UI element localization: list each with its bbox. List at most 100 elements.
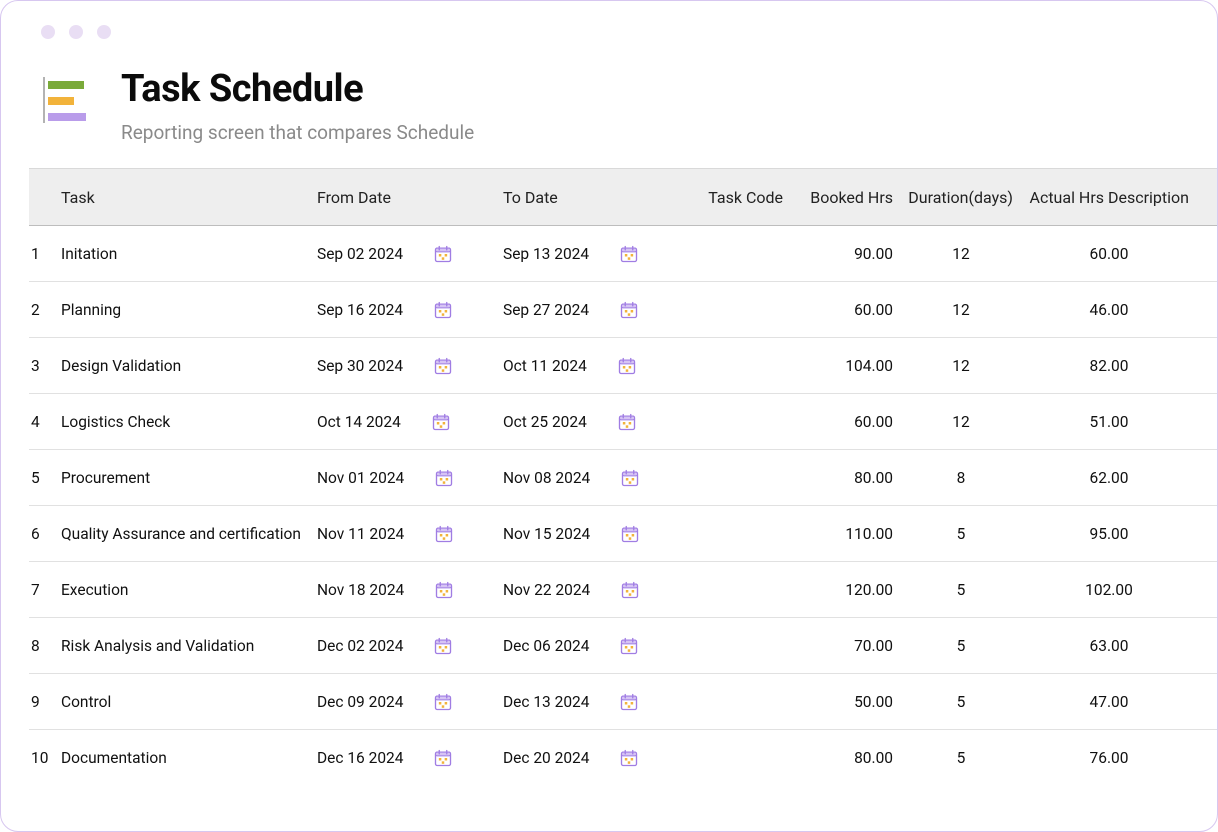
calendar-icon[interactable] — [619, 692, 639, 712]
calendar-icon[interactable] — [434, 524, 454, 544]
calendar-icon[interactable] — [620, 580, 640, 600]
cell-from: Oct 14 2024 — [313, 412, 499, 432]
calendar-icon[interactable] — [431, 412, 451, 432]
cell-index: 9 — [29, 693, 57, 711]
cell-to: Dec 06 2024 — [499, 636, 681, 656]
calendar-icon[interactable] — [619, 636, 639, 656]
cell-to: Dec 13 2024 — [499, 692, 681, 712]
calendar-icon[interactable] — [619, 748, 639, 768]
cell-to: Sep 27 2024 — [499, 300, 681, 320]
window-dot[interactable] — [97, 25, 111, 39]
table-row[interactable]: 4Logistics CheckOct 14 2024Oct 25 202460… — [29, 394, 1217, 450]
table-row[interactable]: 5ProcurementNov 01 2024Nov 08 202480.008… — [29, 450, 1217, 506]
calendar-icon[interactable] — [617, 356, 637, 376]
table-header: Task From Date To Date Task Code Booked … — [29, 168, 1217, 226]
cell-index: 1 — [29, 245, 57, 263]
cell-task: Documentation — [57, 749, 313, 767]
calendar-icon[interactable] — [434, 580, 454, 600]
from-date-text: Nov 01 2024 — [317, 469, 404, 487]
page-subtitle: Reporting screen that compares Schedule — [121, 121, 474, 144]
cell-to: Nov 22 2024 — [499, 580, 681, 600]
cell-from: Nov 18 2024 — [313, 580, 499, 600]
to-date-text: Nov 15 2024 — [503, 525, 590, 543]
col-booked: Booked Hrs — [791, 188, 901, 207]
table-row[interactable]: 10DocumentationDec 16 2024Dec 20 202480.… — [29, 730, 1217, 786]
cell-index: 6 — [29, 525, 57, 543]
cell-from: Nov 01 2024 — [313, 468, 499, 488]
col-task: Task — [57, 188, 313, 207]
calendar-icon[interactable] — [619, 300, 639, 320]
calendar-icon[interactable] — [433, 636, 453, 656]
cell-from: Sep 30 2024 — [313, 356, 499, 376]
table-row[interactable]: 2PlanningSep 16 2024Sep 27 202460.001246… — [29, 282, 1217, 338]
from-date-text: Oct 14 2024 — [317, 413, 401, 431]
window-dot[interactable] — [69, 25, 83, 39]
cell-duration: 12 — [901, 413, 1021, 431]
window-dot[interactable] — [41, 25, 55, 39]
cell-to: Sep 13 2024 — [499, 244, 681, 264]
calendar-icon[interactable] — [620, 468, 640, 488]
from-date-text: Sep 02 2024 — [317, 245, 403, 263]
to-date-text: Dec 20 2024 — [503, 749, 589, 767]
page-header: Task Schedule Reporting screen that comp… — [1, 39, 1217, 168]
cell-task: Execution — [57, 581, 313, 599]
cell-task: Planning — [57, 301, 313, 319]
cell-from: Sep 16 2024 — [313, 300, 499, 320]
from-date-text: Dec 09 2024 — [317, 693, 403, 711]
cell-duration: 5 — [901, 749, 1021, 767]
cell-duration: 12 — [901, 357, 1021, 375]
to-date-text: Oct 11 2024 — [503, 357, 587, 375]
cell-actual: 51.00 — [1021, 413, 1197, 431]
cell-booked: 110.00 — [791, 525, 901, 543]
cell-index: 7 — [29, 581, 57, 599]
cell-task: Control — [57, 693, 313, 711]
cell-actual: 46.00 — [1021, 301, 1197, 319]
cell-to: Nov 15 2024 — [499, 524, 681, 544]
titles: Task Schedule Reporting screen that comp… — [121, 67, 474, 144]
cell-task: Procurement — [57, 469, 313, 487]
cell-from: Nov 11 2024 — [313, 524, 499, 544]
cell-duration: 5 — [901, 637, 1021, 655]
col-from: From Date — [313, 188, 499, 207]
cell-index: 3 — [29, 357, 57, 375]
cell-task: Logistics Check — [57, 413, 313, 431]
calendar-icon[interactable] — [620, 524, 640, 544]
to-date-text: Sep 13 2024 — [503, 245, 589, 263]
cell-to: Nov 08 2024 — [499, 468, 681, 488]
table-row[interactable]: 8Risk Analysis and ValidationDec 02 2024… — [29, 618, 1217, 674]
to-date-text: Nov 08 2024 — [503, 469, 590, 487]
cell-duration: 12 — [901, 245, 1021, 263]
table-row[interactable]: 1InitationSep 02 2024Sep 13 202490.00126… — [29, 226, 1217, 282]
cell-booked: 50.00 — [791, 693, 901, 711]
cell-from: Dec 02 2024 — [313, 636, 499, 656]
calendar-icon[interactable] — [433, 244, 453, 264]
calendar-icon[interactable] — [433, 692, 453, 712]
calendar-icon[interactable] — [433, 356, 453, 376]
cell-to: Oct 25 2024 — [499, 412, 681, 432]
from-date-text: Sep 16 2024 — [317, 301, 403, 319]
cell-index: 10 — [29, 749, 57, 767]
col-to: To Date — [499, 188, 681, 207]
cell-actual: 62.00 — [1021, 469, 1197, 487]
to-date-text: Dec 06 2024 — [503, 637, 589, 655]
cell-duration: 5 — [901, 525, 1021, 543]
calendar-icon[interactable] — [433, 748, 453, 768]
calendar-icon[interactable] — [619, 244, 639, 264]
cell-task: Initation — [57, 245, 313, 263]
cell-actual: 102.00 — [1021, 581, 1197, 599]
table-row[interactable]: 3Design ValidationSep 30 2024Oct 11 2024… — [29, 338, 1217, 394]
table-row[interactable]: 6Quality Assurance and certificationNov … — [29, 506, 1217, 562]
from-date-text: Nov 18 2024 — [317, 581, 404, 599]
from-date-text: Nov 11 2024 — [317, 525, 404, 543]
table-row[interactable]: 7ExecutionNov 18 2024Nov 22 2024120.0051… — [29, 562, 1217, 618]
cell-from: Sep 02 2024 — [313, 244, 499, 264]
gantt-logo-icon — [37, 75, 95, 125]
cell-booked: 60.00 — [791, 301, 901, 319]
calendar-icon[interactable] — [434, 468, 454, 488]
cell-booked: 104.00 — [791, 357, 901, 375]
calendar-icon[interactable] — [433, 300, 453, 320]
cell-actual: 95.00 — [1021, 525, 1197, 543]
cell-actual: 47.00 — [1021, 693, 1197, 711]
calendar-icon[interactable] — [617, 412, 637, 432]
table-row[interactable]: 9ControlDec 09 2024Dec 13 202450.00547.0… — [29, 674, 1217, 730]
